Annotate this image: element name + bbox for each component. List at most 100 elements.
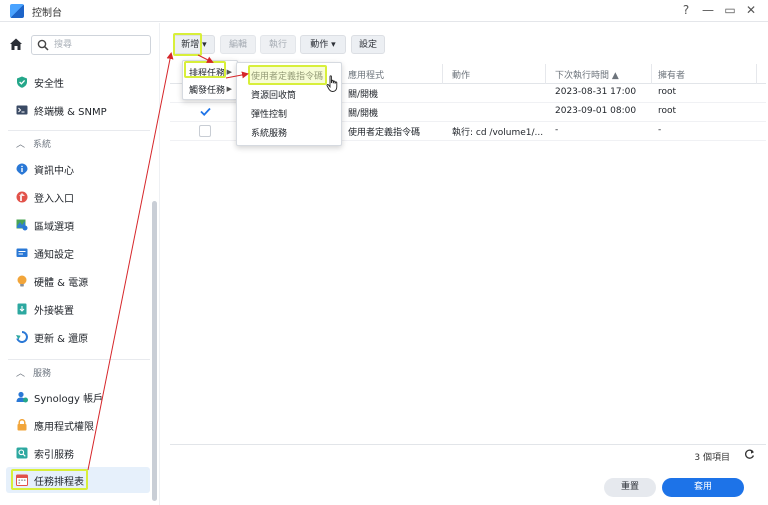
window-title: 控制台 (32, 8, 62, 19)
section-services[interactable]: ︿ 服務 (16, 366, 51, 379)
help-button[interactable]: ? (678, 3, 694, 17)
sidebar-item-task-scheduler[interactable]: 任務排程表 (6, 467, 150, 493)
column-separator (442, 64, 443, 84)
search-field[interactable] (31, 35, 151, 55)
menu-item-flexible-control[interactable]: 彈性控制 (237, 104, 341, 122)
sidebar-item-terminal-snmp[interactable]: 終端機 & SNMP (6, 97, 150, 123)
column-header-application[interactable]: 應用程式 (348, 68, 384, 81)
sidebar-item-label: 應用程式權限 (34, 421, 94, 433)
region-icon (16, 219, 28, 231)
item-count: 3 個項目 (694, 453, 730, 463)
sidebar-item-security[interactable]: 安全性 (6, 69, 150, 95)
column-separator (545, 64, 546, 84)
cell-application: 關/開機 (348, 90, 379, 100)
sidebar-item-login-portal[interactable]: 登入入口 (6, 184, 150, 210)
column-separator (756, 64, 757, 84)
index-service-icon (16, 447, 28, 459)
sidebar-item-app-privileges[interactable]: 應用程式權限 (6, 412, 150, 438)
column-header-owner[interactable]: 擁有者 (658, 68, 685, 81)
cell-application: 關/開機 (348, 109, 379, 119)
menu-item-label: 排程任務 (189, 68, 226, 79)
refresh-icon[interactable] (742, 449, 756, 463)
sidebar-item-label: 更新 & 還原 (34, 333, 89, 345)
table-footer: 3 個項目 (170, 444, 766, 464)
terminal-icon (16, 104, 28, 116)
enabled-checkbox[interactable] (199, 105, 212, 121)
close-button[interactable]: ✕ (743, 3, 759, 17)
sidebar-item-label: 登入入口 (34, 193, 74, 205)
edit-button[interactable]: 編輯 (220, 35, 256, 54)
chevron-right-icon: ▶ (226, 68, 232, 76)
sidebar-item-hardware-power[interactable]: 硬體 & 電源 (6, 268, 150, 294)
cell-owner: root (658, 87, 677, 97)
hand-cursor-icon (326, 75, 338, 92)
section-label: 服務 (33, 369, 52, 379)
cell-owner: root (658, 106, 677, 116)
sidebar-divider (8, 130, 150, 131)
notification-icon (16, 247, 28, 259)
control-panel-icon (10, 4, 24, 18)
sidebar-item-label: 終端機 & SNMP (34, 106, 107, 118)
sidebar-item-info-center[interactable]: 資訊中心 (6, 156, 150, 182)
sidebar-item-label: 通知設定 (34, 249, 74, 261)
action-button-label: 動作 (310, 40, 329, 50)
create-button[interactable]: 新增 ▾ (173, 35, 215, 54)
sidebar-divider (8, 359, 150, 360)
sidebar: 安全性 終端機 & SNMP ︿ 系統 資訊中心 登入入口 區域選項 通知設定 (0, 23, 160, 505)
sidebar-item-label: 硬體 & 電源 (34, 277, 89, 289)
chevron-up-icon: ︿ (16, 140, 26, 150)
enabled-checkbox[interactable] (199, 125, 211, 137)
chevron-up-icon: ︿ (16, 369, 26, 379)
cell-action: 執行: cd /volume1/... (452, 128, 544, 138)
login-portal-icon (16, 191, 28, 203)
sidebar-item-notification[interactable]: 通知設定 (6, 240, 150, 266)
search-icon (37, 39, 49, 51)
menu-item-system-service[interactable]: 系統服務 (237, 123, 341, 141)
cell-next-run: 2023-09-01 08:00 (555, 106, 637, 116)
sidebar-item-label: 外接裝置 (34, 305, 74, 317)
sidebar-scrollbar[interactable] (152, 201, 157, 501)
action-button[interactable]: 動作 ▾ (300, 35, 346, 54)
sidebar-item-regional-options[interactable]: 區域選項 (6, 212, 150, 238)
synology-account-icon (16, 391, 28, 403)
cell-next-run: - (555, 125, 559, 135)
sidebar-item-label: 安全性 (34, 78, 64, 90)
run-button[interactable]: 執行 (260, 35, 296, 54)
external-device-icon (16, 303, 28, 315)
apply-button[interactable]: 套用 (662, 478, 744, 497)
checkmark-icon (200, 107, 211, 116)
menu-item-label: 觸發任務 (189, 85, 226, 96)
menu-item-scheduled-task[interactable]: 排程任務 ▶ (183, 63, 237, 81)
section-system[interactable]: ︿ 系統 (16, 137, 51, 150)
chevron-right-icon: ▶ (226, 85, 232, 93)
settings-button[interactable]: 設定 (351, 35, 385, 54)
title-bar: 控制台 ? — ▭ ✕ (0, 0, 768, 22)
home-icon[interactable] (8, 36, 24, 52)
column-header-action[interactable]: 動作 (452, 68, 470, 81)
sidebar-item-label: 任務排程表 (34, 476, 84, 488)
sidebar-item-label: Synology 帳戶 (34, 393, 104, 405)
create-dropdown-menu: 排程任務 ▶ 觸發任務 ▶ (182, 60, 238, 100)
section-label: 系統 (33, 140, 52, 150)
minimize-button[interactable]: — (700, 3, 716, 17)
update-icon (16, 331, 28, 343)
shield-icon (16, 76, 28, 88)
maximize-button[interactable]: ▭ (722, 3, 738, 17)
menu-item-triggered-task[interactable]: 觸發任務 ▶ (183, 80, 237, 98)
sidebar-item-label: 資訊中心 (34, 165, 74, 177)
bulb-icon (16, 275, 28, 287)
reset-button[interactable]: 重置 (604, 478, 656, 497)
search-input[interactable] (54, 38, 146, 52)
create-button-label: 新增 (181, 40, 200, 50)
sidebar-item-synology-account[interactable]: Synology 帳戶 (6, 384, 150, 410)
cell-next-run: 2023-08-31 17:00 (555, 87, 637, 97)
lock-icon (16, 419, 28, 431)
sidebar-item-label: 區域選項 (34, 221, 74, 233)
cell-application: 使用者定義指令碼 (348, 128, 421, 138)
sidebar-item-label: 索引服務 (34, 449, 74, 461)
column-header-next-run[interactable]: 下次執行時間 ▲ (555, 68, 619, 81)
cell-owner: - (658, 125, 662, 135)
sidebar-item-indexing-service[interactable]: 索引服務 (6, 440, 150, 466)
sidebar-item-external-devices[interactable]: 外接裝置 (6, 296, 150, 322)
sidebar-item-update-restore[interactable]: 更新 & 還原 (6, 324, 150, 350)
